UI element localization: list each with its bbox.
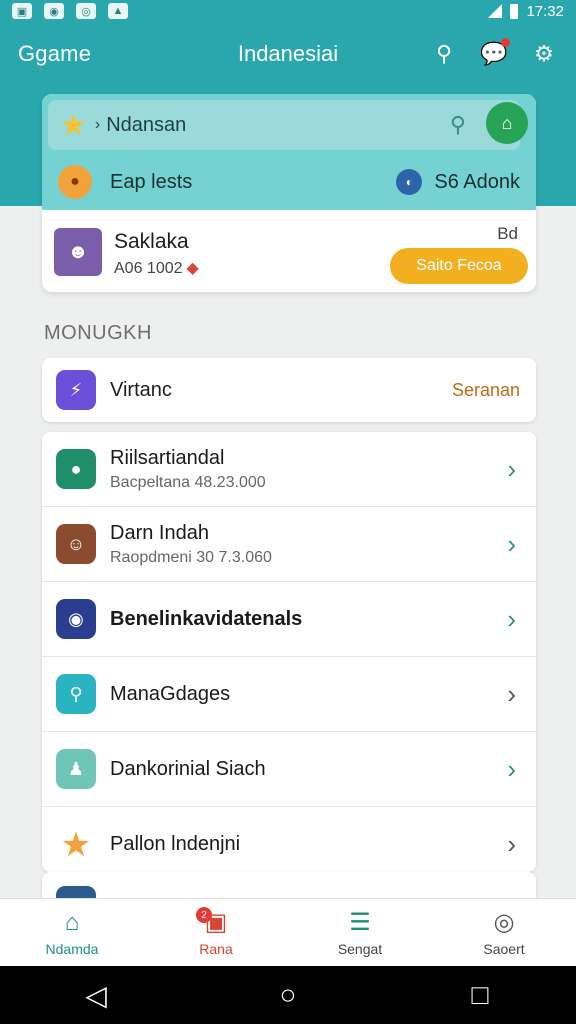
game-icon: ◉ bbox=[56, 599, 96, 639]
hero-right-label[interactable]: S6 Adonk bbox=[434, 171, 520, 194]
list-item[interactable]: ☺ Darn Indah Raopdmeni 30 7.3.060 › bbox=[42, 507, 536, 582]
status-time: 17:32 bbox=[526, 2, 564, 20]
action-button[interactable]: Saito Fecoa bbox=[390, 248, 528, 284]
star-icon: ★ bbox=[60, 108, 87, 142]
magnifier-icon: ⚲ bbox=[56, 674, 96, 714]
search-icon[interactable]: ⚲ bbox=[430, 40, 458, 68]
gear-icon[interactable]: ⚙ bbox=[530, 40, 558, 68]
list-item-title: Darn Indah bbox=[110, 521, 209, 544]
nav-list[interactable]: ☰ Sengat bbox=[288, 899, 432, 966]
search-text: Ndansan bbox=[106, 113, 187, 136]
profile-icon: ◎ bbox=[493, 909, 515, 936]
chevron-right-icon: › bbox=[507, 753, 516, 784]
person-icon: ♟ bbox=[56, 749, 96, 789]
list-item-title: ManaGdages bbox=[110, 682, 231, 705]
chevron-right-icon: › bbox=[507, 528, 516, 559]
notification-icon: ▣ bbox=[12, 3, 32, 19]
app-bar: Ggame Indanesiai ⚲ 💬 ⚙ bbox=[0, 22, 576, 86]
avatar-icon: ☺ bbox=[56, 524, 96, 564]
featured-item[interactable]: ⚡ Virtanc Seranan bbox=[42, 358, 536, 422]
back-icon[interactable]: ◁ bbox=[76, 979, 116, 1012]
tag-icon: ◆ bbox=[186, 260, 199, 277]
lightning-icon: ⚡ bbox=[56, 370, 96, 410]
user-code: A06 1002 ◆ bbox=[114, 258, 199, 278]
home-icon: ⌂ bbox=[64, 908, 80, 936]
system-nav-bar: ◁ ○ □ bbox=[0, 966, 576, 1024]
hero-left-label[interactable]: Eap lests bbox=[110, 171, 192, 194]
user-panel: ☻ Saklaka A06 1002 ◆ Bd Saito Fecoa bbox=[42, 210, 536, 292]
list-item[interactable]: ◉ Benelinkavidatenals › bbox=[42, 582, 536, 657]
search-bar[interactable]: ★ › Ndansan ⚲ bbox=[48, 100, 520, 150]
list-item-title: Riilsartiandal bbox=[110, 446, 225, 469]
chevron-right-icon: › bbox=[507, 453, 516, 484]
nav-profile[interactable]: ◎ Saoert bbox=[432, 899, 576, 966]
bottom-nav: ⌂ Ndamda 2 ▣ Rana ☰ Sengat ◎ Saoert bbox=[0, 898, 576, 966]
list-item-subtitle: Raopdmeni 30 7.3.060 bbox=[110, 548, 272, 566]
search-icon[interactable]: ⚲ bbox=[450, 112, 466, 138]
recents-icon[interactable]: □ bbox=[460, 979, 500, 1011]
list-item-title: Benelinkavidatenals bbox=[110, 607, 303, 630]
section-title: MONUGKH bbox=[44, 322, 152, 344]
nav-label: Ndamda bbox=[45, 940, 99, 957]
hero-info-row: ● Eap lests ◐ S6 Adonk bbox=[58, 162, 520, 202]
user-name: Saklaka bbox=[114, 230, 189, 253]
hero-card: ★ › Ndansan ⚲ ⌂ ● Eap lests ◐ S6 Adonk ☻… bbox=[42, 94, 536, 292]
chevron-right-icon: › bbox=[507, 678, 516, 709]
list-icon: ☰ bbox=[349, 909, 371, 936]
nav-label: Rana bbox=[199, 941, 233, 957]
notification-dot bbox=[501, 38, 510, 47]
coin-icon: ● bbox=[56, 449, 96, 489]
chat-icon[interactable]: 💬 bbox=[480, 38, 510, 68]
chevron-right-icon: › bbox=[507, 603, 516, 634]
home-shortcut-button[interactable]: ⌂ bbox=[486, 102, 528, 144]
avatar[interactable]: ☻ bbox=[54, 228, 102, 276]
signal-icon bbox=[488, 4, 503, 18]
chevron-right-icon: › bbox=[507, 829, 516, 859]
corner-tag: Bd bbox=[497, 224, 518, 243]
featured-right-label: Seranan bbox=[451, 379, 520, 400]
status-bar: ▣ ◉ ◎ ▲ 17:32 bbox=[0, 0, 576, 22]
nav-home[interactable]: ⌂ Ndamda bbox=[0, 899, 144, 966]
notification-icon: ◎ bbox=[76, 3, 96, 19]
list-item[interactable]: ♟ Dankorinial Siach › bbox=[42, 732, 536, 807]
list-item-title: Dankorinial Siach bbox=[110, 757, 266, 780]
nav-badge: 2 bbox=[196, 907, 212, 923]
list-item-title: Pallon lndenjni bbox=[110, 833, 241, 855]
star-icon: ★ bbox=[60, 825, 92, 864]
brand-logo[interactable]: Ggame bbox=[18, 41, 91, 67]
app-list: ● Riilsartiandal Bacpeltana 48.23.000 › … bbox=[42, 432, 536, 872]
home-circle-icon[interactable]: ○ bbox=[268, 979, 308, 1011]
globe-icon: ◐ bbox=[396, 169, 423, 195]
nav-ticket[interactable]: 2 ▣ Rana bbox=[144, 899, 288, 966]
chevron-right-icon: › bbox=[94, 116, 101, 133]
notification-icon: ▲ bbox=[108, 3, 128, 19]
featured-label: Virtanc bbox=[110, 378, 172, 401]
hero-top: ★ › Ndansan ⚲ ⌂ ● Eap lests ◐ S6 Adonk bbox=[42, 94, 536, 210]
nav-label: Saoert bbox=[483, 941, 525, 957]
list-item[interactable]: ● Riilsartiandal Bacpeltana 48.23.000 › bbox=[42, 432, 536, 507]
notification-icon: ◉ bbox=[44, 3, 64, 19]
battery-icon bbox=[510, 3, 519, 19]
list-item[interactable]: ⚲ ManaGdages › bbox=[42, 657, 536, 732]
user-code-text: A06 1002 bbox=[114, 260, 183, 277]
list-item[interactable]: ★ Pallon lndenjni › bbox=[42, 807, 536, 872]
nav-label: Sengat bbox=[337, 941, 383, 957]
list-item-subtitle: Bacpeltana 48.23.000 bbox=[110, 473, 266, 491]
duck-icon: ● bbox=[58, 165, 92, 199]
